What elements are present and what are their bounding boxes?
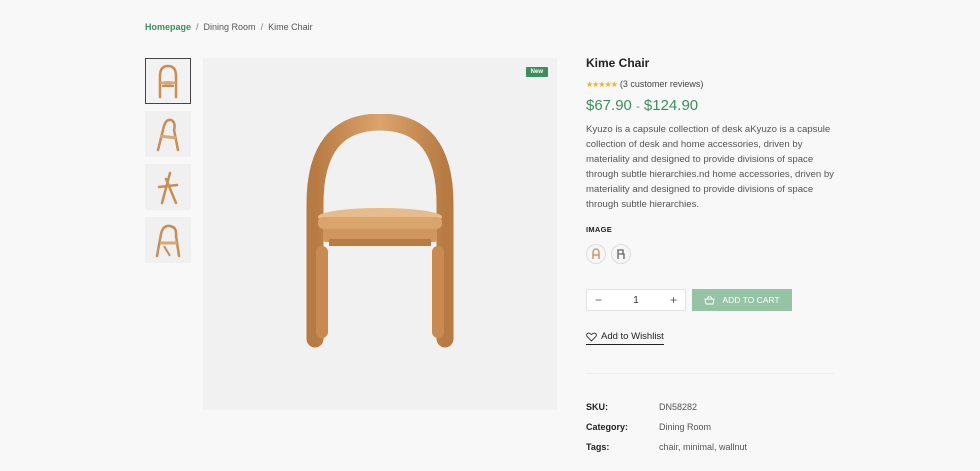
breadcrumb-current: Kime Chair (268, 22, 313, 32)
quantity-input[interactable]: 1 (633, 295, 639, 306)
tags-label: Tags: (586, 442, 610, 452)
thumbnail-4[interactable] (145, 217, 191, 263)
main-product-image[interactable]: New (203, 58, 557, 410)
star-rating-icon: ★★★★★ (586, 79, 618, 89)
add-to-cart-label: ADD TO CART (722, 295, 780, 305)
tags-links[interactable]: chair, minimal, wallnut (659, 442, 747, 452)
thumbnail-list (145, 58, 191, 270)
breadcrumb-separator: / (260, 22, 264, 32)
breadcrumb-separator: / (196, 22, 199, 32)
sku-value: DN58282 (659, 402, 698, 412)
thumbnail-3[interactable] (145, 164, 191, 210)
category-link[interactable]: Dining Room (659, 422, 711, 432)
swatch-chair-dark[interactable] (611, 244, 631, 264)
add-to-cart-button[interactable]: ADD TO CART (692, 289, 792, 311)
product-description: Kyuzo is a capsule collection of desk aK… (586, 124, 834, 210)
price-high: $124.90 (643, 97, 699, 114)
purchase-controls: − 1 + ADD TO CART (586, 289, 792, 311)
meta-sku-row: SKU: DN58282 (586, 397, 747, 417)
quantity-stepper: − 1 + (586, 289, 686, 311)
meta-tags-row: Tags: chair, minimal, wallnut (586, 437, 747, 457)
new-badge: New (525, 67, 548, 77)
chair-angle-thumb-icon (155, 224, 181, 258)
breadcrumb-home-link[interactable]: Homepage (145, 22, 191, 32)
heart-icon (586, 332, 597, 342)
rating: ★★★★★ (3 customer reviews) (586, 79, 836, 89)
thumbnail-2[interactable] (145, 111, 191, 157)
divider (586, 373, 834, 374)
basket-icon (704, 295, 716, 305)
image-swatches (586, 244, 836, 264)
price-range: $67.90 - $124.90 (586, 97, 836, 114)
chair-side-thumb-icon (156, 118, 180, 152)
breadcrumb-category-link[interactable]: Dining Room (204, 22, 256, 32)
thumbnail-1[interactable] (145, 58, 191, 104)
product-info: Kime Chair ★★★★★ (3 customer reviews) $6… (586, 56, 836, 264)
chair-swatch-icon (617, 249, 625, 259)
price-separator: - (636, 101, 640, 113)
meta-category-row: Category: Dining Room (586, 417, 747, 437)
swatch-chair-wood[interactable] (586, 244, 606, 264)
quantity-increase-button[interactable]: + (670, 293, 677, 307)
wishlist-label: Add to Wishlist (601, 331, 664, 342)
chair-swatch-icon (592, 248, 600, 259)
product-meta: SKU: DN58282 Category: Dining Room Tags:… (586, 397, 747, 457)
sku-label: SKU: (586, 402, 608, 412)
chair-front-thumb-icon (158, 64, 178, 99)
reviews-link[interactable]: (3 customer reviews) (620, 79, 704, 89)
category-label: Category: (586, 422, 629, 432)
quantity-decrease-button[interactable]: − (595, 293, 602, 307)
chair-image-icon (306, 114, 454, 348)
breadcrumb: Homepage / Dining Room / Kime Chair (145, 22, 313, 32)
price-low: $67.90 (586, 97, 632, 114)
product-title: Kime Chair (586, 56, 650, 70)
add-to-wishlist-link[interactable]: Add to Wishlist (586, 331, 664, 345)
image-option-label: IMAGE (586, 225, 613, 234)
chair-folded-thumb-icon (157, 171, 179, 205)
